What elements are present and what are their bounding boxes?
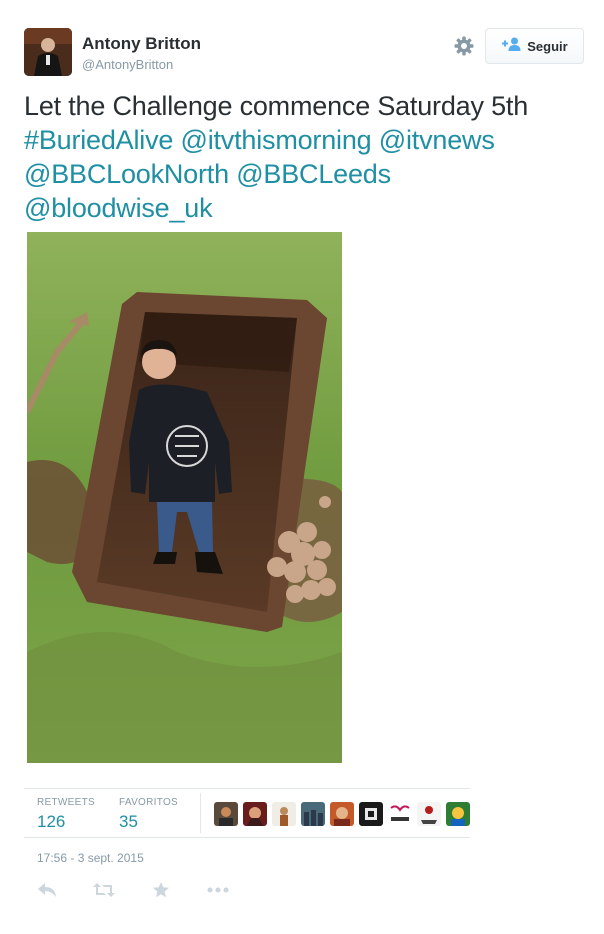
favoriter-avatar[interactable] [243,802,267,826]
favoriter-avatars [214,802,470,826]
reply-icon[interactable] [36,880,58,900]
favoriter-avatar[interactable] [272,802,296,826]
favorites-count: 35 [119,812,138,831]
favorites-label: FAVORITOS [119,797,179,808]
author-handle[interactable]: @AntonyBritton [82,56,201,74]
add-user-icon [501,37,521,56]
retweets-count: 126 [37,812,66,831]
tweet-actions [36,880,264,900]
mention-link[interactable]: @bloodwise_uk [24,193,213,223]
favoriter-avatar[interactable] [301,802,325,826]
favoriter-avatar[interactable] [359,802,383,826]
mention-link[interactable]: @itvthismorning [181,125,372,155]
favorite-star-icon[interactable] [150,880,172,900]
favoriter-avatar[interactable] [214,802,238,826]
favoriter-avatar[interactable] [388,802,412,826]
mention-link[interactable]: @BBCLeeds [236,159,391,189]
retweets-stat[interactable]: RETWEETS 126 [37,797,95,832]
retweet-icon[interactable] [93,880,115,900]
tweet-timestamp[interactable]: 17:56 - 3 sept. 2015 [37,851,144,865]
tweet-stats: RETWEETS 126 FAVORITOS 35 [24,788,470,838]
tweet-photo[interactable] [27,232,342,763]
mention-link[interactable]: @itvnews [379,125,495,155]
follow-button[interactable]: Seguir [485,28,584,64]
author-names: Antony Britton @AntonyBritton [82,34,201,74]
favorites-stat[interactable]: FAVORITOS 35 [119,797,178,832]
favoriter-avatar[interactable] [330,802,354,826]
retweets-label: RETWEETS [37,797,95,808]
tweet-text: Let the Challenge commence Saturday 5th … [24,89,584,225]
tweet-header: Antony Britton @AntonyBritton Seguir [24,28,584,78]
favoriter-avatar[interactable] [417,802,441,826]
gear-icon[interactable] [454,36,474,56]
author-name[interactable]: Antony Britton [82,34,201,54]
hashtag-link[interactable]: #BuriedAlive [24,125,173,155]
stats-divider [200,793,201,833]
more-options-icon[interactable] [207,880,229,900]
mention-link[interactable]: @BBCLookNorth [24,159,229,189]
author-avatar[interactable] [24,28,72,76]
tweet-body-text: Let the Challenge commence Saturday 5th [24,91,529,121]
follow-button-label: Seguir [527,38,568,54]
favoriter-avatar[interactable] [446,802,470,826]
